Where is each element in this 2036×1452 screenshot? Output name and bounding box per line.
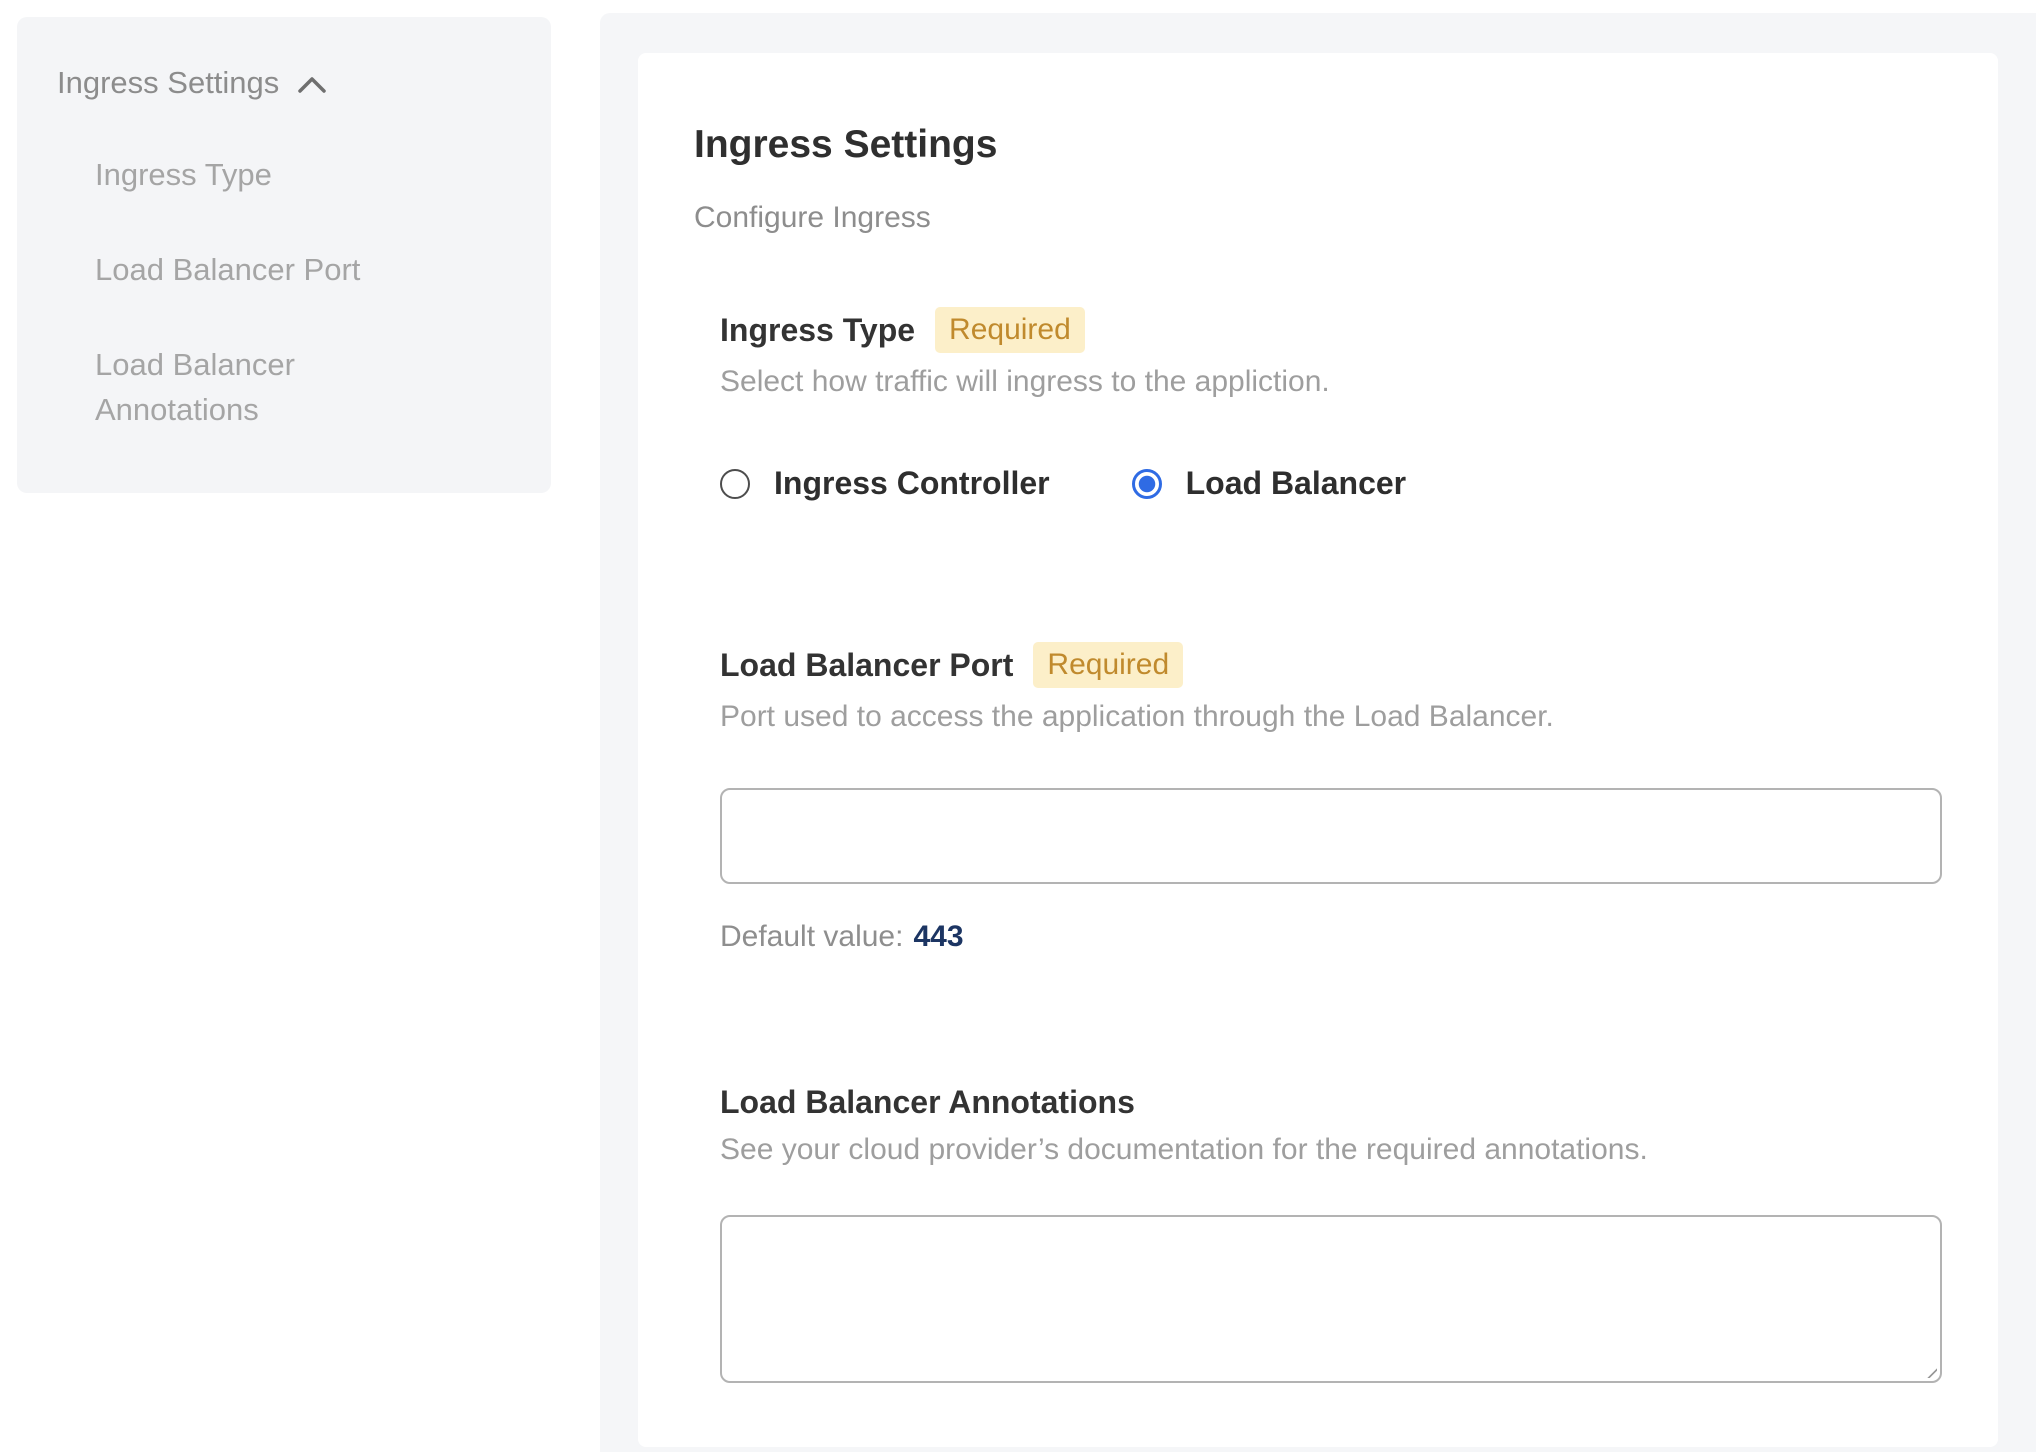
load-balancer-port-heading: Load Balancer Port xyxy=(720,647,1013,684)
radio-option-ingress-controller[interactable]: Ingress Controller xyxy=(720,465,1050,502)
page-title: Ingress Settings xyxy=(694,123,1942,167)
sidebar-nav-list: Ingress Type Load Balancer Port Load Bal… xyxy=(95,153,511,433)
ingress-type-heading: Ingress Type xyxy=(720,312,915,349)
load-balancer-annotations-heading: Load Balancer Annotations xyxy=(720,1084,1135,1121)
required-badge: Required xyxy=(935,307,1085,353)
ingress-settings-card: Ingress Settings Configure Ingress Ingre… xyxy=(638,53,1998,1447)
sidebar-item-ingress-type[interactable]: Ingress Type xyxy=(95,153,425,198)
load-balancer-port-help: Port used to access the application thro… xyxy=(720,700,1942,734)
load-balancer-annotations-textarea[interactable] xyxy=(720,1215,1942,1383)
section-load-balancer-port: Load Balancer Port Required Port used to… xyxy=(720,642,1942,954)
radio-label-ingress-controller: Ingress Controller xyxy=(774,465,1050,502)
settings-sidebar: Ingress Settings Ingress Type Load Balan… xyxy=(17,17,551,493)
sidebar-section-label: Ingress Settings xyxy=(57,65,279,101)
default-value: 443 xyxy=(913,920,963,953)
load-balancer-annotations-help: See your cloud provider’s documentation … xyxy=(720,1133,1942,1167)
ingress-type-help: Select how traffic will ingress to the a… xyxy=(720,365,1942,399)
radio-option-load-balancer[interactable]: Load Balancer xyxy=(1132,465,1407,502)
sidebar-item-load-balancer-annotations[interactable]: Load Balancer Annotations xyxy=(95,343,425,433)
section-ingress-type: Ingress Type Required Select how traffic… xyxy=(720,307,1942,502)
chevron-up-icon xyxy=(297,76,327,94)
sidebar-item-load-balancer-port[interactable]: Load Balancer Port xyxy=(95,248,425,293)
default-value-line: Default value: 443 xyxy=(720,920,1942,954)
ingress-type-radio-group: Ingress Controller Load Balancer xyxy=(720,465,1942,502)
radio-label-load-balancer: Load Balancer xyxy=(1186,465,1407,502)
radio-selected-icon xyxy=(1132,469,1162,499)
required-badge: Required xyxy=(1033,642,1183,688)
config-main-panel: Ingress Settings Configure Ingress Ingre… xyxy=(600,13,2036,1452)
section-load-balancer-annotations: Load Balancer Annotations See your cloud… xyxy=(720,1084,1942,1383)
sidebar-section-ingress-settings[interactable]: Ingress Settings xyxy=(57,65,511,101)
default-value-label: Default value: xyxy=(720,920,903,953)
page-subtitle: Configure Ingress xyxy=(694,201,1942,235)
load-balancer-port-input[interactable] xyxy=(720,788,1942,884)
radio-unselected-icon xyxy=(720,469,750,499)
